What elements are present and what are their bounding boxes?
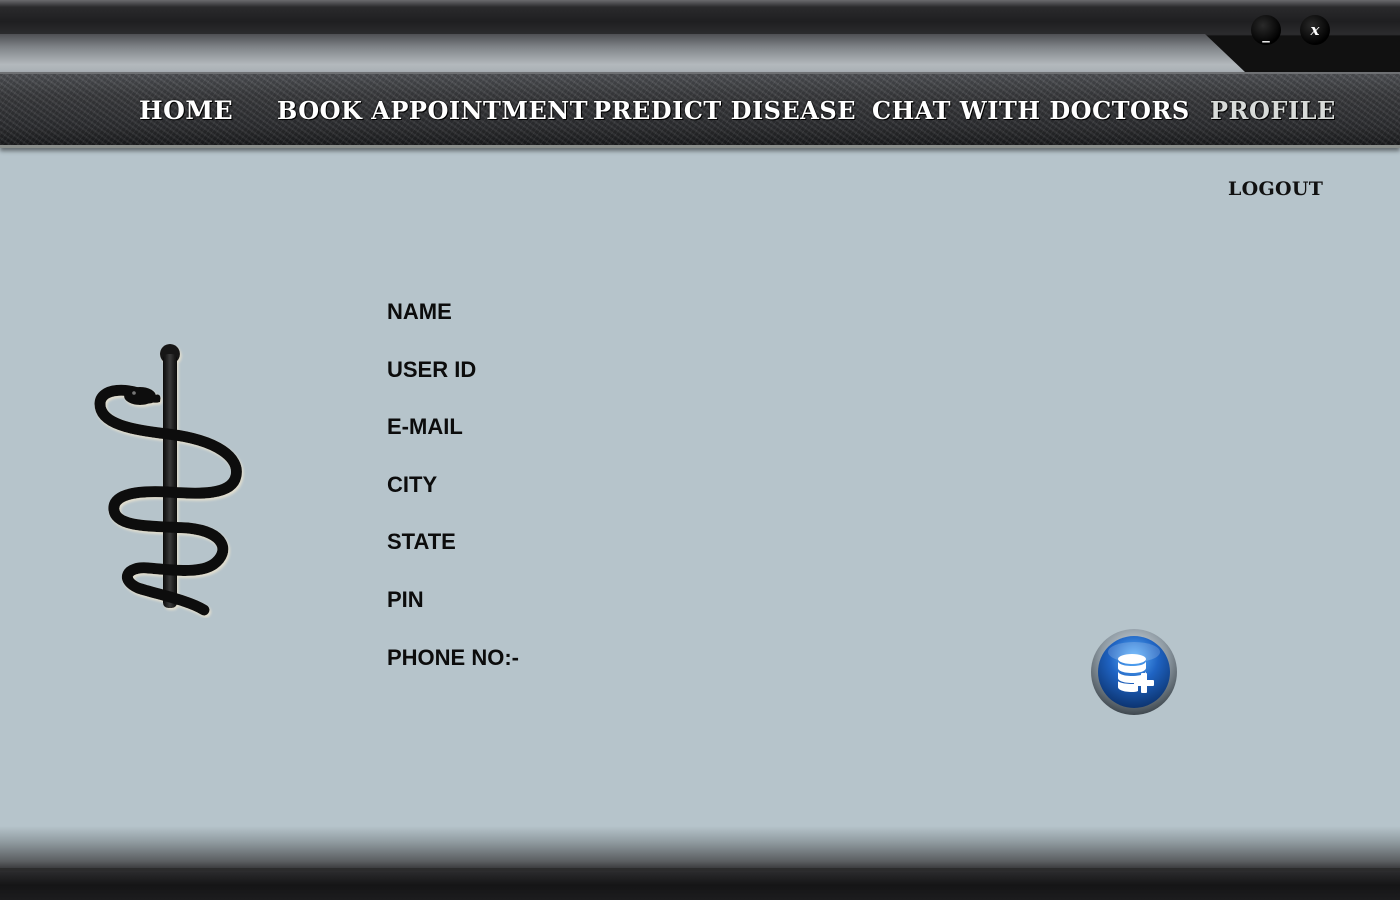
field-label-city: CITY bbox=[387, 472, 438, 497]
field-label-email: E-MAIL bbox=[387, 414, 463, 439]
field-label-pin: PIN bbox=[387, 587, 424, 612]
app-window: _ x HOME BOOK APPOINTMENT PREDICT DISEAS… bbox=[0, 0, 1400, 900]
nav-item-profile[interactable]: PROFILE bbox=[1210, 91, 1336, 131]
field-label-phone: PHONE NO:- bbox=[387, 645, 519, 670]
database-add-button[interactable] bbox=[1090, 628, 1178, 716]
nav-item-chat-with-doctors[interactable]: CHAT WITH DOCTORS bbox=[872, 91, 1190, 131]
title-bar-strip bbox=[0, 34, 1245, 72]
nav-bar: HOME BOOK APPOINTMENT PREDICT DISEASE CH… bbox=[0, 72, 1400, 148]
nav-item-predict-disease[interactable]: PREDICT DISEASE bbox=[593, 91, 856, 131]
nav-item-book-appointment[interactable]: BOOK APPOINTMENT bbox=[277, 91, 588, 131]
field-label-state: STATE bbox=[387, 529, 456, 554]
minimize-button[interactable]: _ bbox=[1251, 15, 1281, 45]
rod-of-asclepius-icon bbox=[94, 344, 242, 616]
field-label-name: NAME bbox=[387, 299, 452, 324]
nav-item-home[interactable]: HOME bbox=[139, 91, 233, 131]
bottom-bar bbox=[0, 826, 1400, 900]
close-button[interactable]: x bbox=[1300, 15, 1330, 45]
bottom-bar-divider bbox=[0, 868, 1400, 871]
field-label-user-id: USER ID bbox=[387, 357, 477, 382]
logout-link[interactable]: LOGOUT bbox=[1228, 178, 1323, 200]
